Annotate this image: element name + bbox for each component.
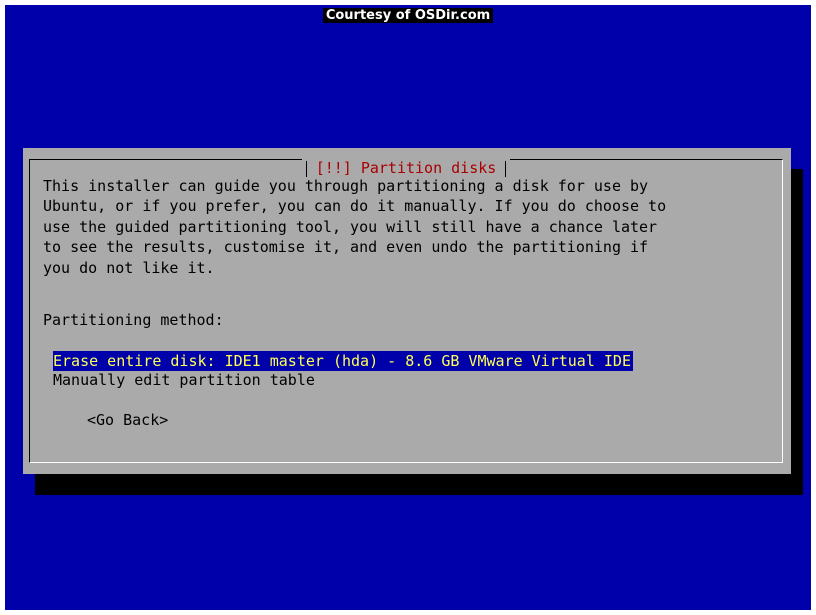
title-left-edge bbox=[305, 160, 307, 177]
dialog-title-box: [!!] Partition disks bbox=[301, 158, 511, 178]
option-manual-partition[interactable]: Manually edit partition table bbox=[53, 370, 315, 390]
watermark: Courtesy of OSDir.com bbox=[5, 8, 811, 24]
title-right-edge bbox=[505, 160, 507, 177]
option-erase-entire-disk[interactable]: Erase entire disk: IDE1 master (hda) - 8… bbox=[53, 351, 633, 371]
partitioning-method-label: Partitioning method: bbox=[43, 311, 224, 329]
partition-dialog: [!!] Partition disks This installer can … bbox=[23, 148, 791, 474]
watermark-text: Courtesy of OSDir.com bbox=[322, 8, 494, 23]
installer-screen: Courtesy of OSDir.com [!!] Partition dis… bbox=[5, 5, 811, 610]
dialog-description: This installer can guide you through par… bbox=[43, 177, 667, 277]
go-back-button[interactable]: <Go Back> bbox=[87, 410, 168, 430]
dialog-title-bar: [!!] Partition disks bbox=[30, 158, 782, 178]
dialog-title: [!!] Partition disks bbox=[315, 159, 497, 177]
